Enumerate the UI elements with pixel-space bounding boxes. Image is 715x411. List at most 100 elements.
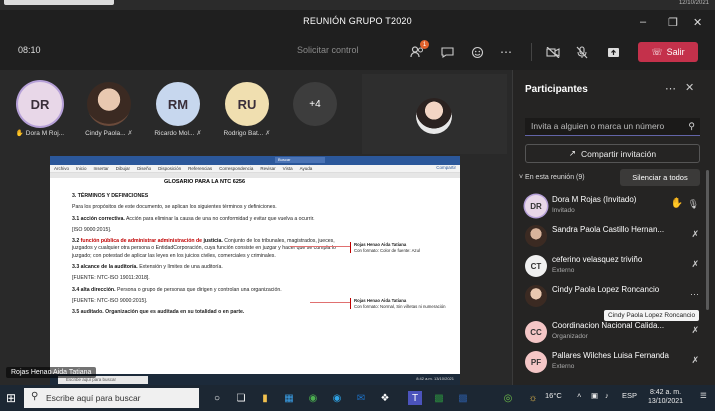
term-label: 3.2 (72, 238, 80, 245)
remote-clock: 8:42 a.m. 13/10/2021 (416, 376, 454, 381)
edge-icon[interactable]: ◉ (330, 391, 344, 405)
cortana-icon[interactable]: ○ (210, 391, 224, 405)
mic-muted-icon[interactable]: ✗ (691, 259, 699, 270)
participant-row[interactable]: CC Coordinacion Nacional Calida... Organ… (525, 318, 705, 348)
participant-name: Dora M Rojas (Invitado) (552, 195, 637, 204)
shield-icon[interactable]: ◎ (501, 391, 515, 405)
mic-muted-icon[interactable]: ✗ (691, 229, 699, 240)
menu-item: Vista (282, 166, 293, 171)
mic-muted-icon: ✗ (196, 130, 202, 137)
comment-text: Con formato: Normal, Sin viñetas ni nume… (354, 303, 446, 309)
participant-row[interactable]: PF Pallares Wilches Luisa Fernanda Exter… (525, 348, 705, 378)
in-meeting-header[interactable]: ˅ En esta reunión (9) (519, 174, 585, 181)
share-screen-icon[interactable] (604, 43, 622, 61)
unknown-app-icon[interactable]: ❖ (378, 391, 392, 405)
menu-item: Diseño (137, 166, 152, 171)
term-label: 3.1 acción correctiva. (72, 215, 125, 222)
toolbar-divider (531, 43, 532, 61)
more-participants-button[interactable]: +4 (293, 82, 337, 126)
taskbar-search-placeholder: Escribe aquí para buscar (46, 393, 141, 403)
participant-row[interactable]: Cindy Paola Lopez Roncancio ⋯ (525, 282, 705, 312)
panel-scrollbar[interactable] (706, 170, 709, 310)
mic-muted-icon: ✗ (127, 130, 133, 137)
participant-tile[interactable]: RM Ricardo Mol... ✗ (148, 82, 208, 146)
word-icon[interactable]: ▩ (456, 391, 470, 405)
task-view-icon[interactable]: ❏ (234, 391, 248, 405)
term-text: Acción para eliminar la causa de una no … (125, 215, 315, 222)
participant-name: Dora M Roj... (25, 130, 65, 137)
more-options-icon[interactable]: ⋯ (690, 289, 699, 300)
store-icon[interactable]: ▦ (282, 391, 296, 405)
volume-icon[interactable]: ♪ (605, 391, 609, 400)
chevron-up-icon[interactable]: ˄ (577, 391, 581, 400)
invite-placeholder: Invita a alguien o marca un número (531, 121, 665, 131)
chat-icon[interactable] (438, 43, 456, 61)
comment-connector (290, 246, 350, 247)
close-icon[interactable]: ✕ (693, 16, 702, 29)
clock-time: 8:42 a. m. (649, 389, 682, 396)
menu-item: Ayuda (299, 166, 313, 171)
participant-row[interactable]: CT ceferino velasquez triviño Externo ✗ (525, 252, 705, 282)
comment-balloon: Rojas Henao Aida Tatiana Con formato: No… (350, 298, 458, 310)
term-text: Persona o grupo de personas que dirigen … (117, 286, 282, 293)
comment-balloon: Rojas Henao Aida Tatiana Con formato: Co… (350, 242, 458, 254)
more-options-icon[interactable]: ⋯ (497, 43, 515, 61)
chrome-icon[interactable]: ◉ (306, 391, 320, 405)
mic-muted-icon[interactable]: ✗ (691, 355, 699, 366)
top-clock: 12/10/2021 (678, 0, 709, 6)
notifications-icon[interactable]: ☰ (700, 391, 707, 400)
leave-label: Salir (666, 47, 685, 57)
hangup-icon: ☏ (651, 46, 663, 57)
maximize-icon[interactable]: ❐ (668, 16, 678, 29)
mail-icon[interactable]: ✉ (354, 391, 368, 405)
mic-off-icon[interactable] (573, 43, 591, 61)
language-indicator[interactable]: ESP (622, 391, 637, 400)
menu-item: Archivo (54, 166, 70, 171)
participant-row[interactable]: DR Dora M Rojas (Invitado) Invitado ✋ 🎙 (525, 192, 705, 222)
taskbar-clock[interactable]: 8:42 a. m. 13/10/2021 (648, 388, 683, 406)
mute-all-button[interactable]: Silenciar a todos (620, 169, 700, 186)
address-bar[interactable] (4, 0, 114, 5)
minimize-icon[interactable]: – (640, 16, 646, 28)
mic-icon[interactable]: 🎙 (688, 199, 699, 210)
reactions-icon[interactable] (468, 43, 486, 61)
camera-off-icon[interactable] (544, 43, 562, 61)
weather-icon[interactable]: ☼ (526, 391, 540, 405)
file-explorer-icon[interactable]: ▮ (258, 391, 272, 405)
windows-start-icon[interactable]: ⊞ (6, 391, 16, 405)
panel-close-icon[interactable]: ✕ (685, 81, 694, 94)
participant-name: ceferino velasquez triviño (552, 255, 643, 264)
self-avatar-photo (416, 98, 452, 134)
leave-button[interactable]: ☏ Salir (638, 42, 698, 62)
comment-text: Con formato: Color de fuente: Azul (354, 247, 420, 253)
excel-icon[interactable]: ▩ (432, 391, 446, 405)
participants-icon[interactable]: 1 (408, 40, 429, 61)
term-source: [FUENTE: NTC-ISO 9000:2015]. (72, 297, 148, 304)
request-control-button[interactable]: Solicitar control (297, 45, 359, 55)
menu-item: Referencias (188, 166, 213, 171)
panel-more-icon[interactable]: ⋯ (665, 82, 676, 95)
meeting-title: REUNIÓN GRUPO T2020 (303, 16, 412, 26)
share-invite-button[interactable]: ↗ Compartir invitación (525, 144, 700, 163)
participant-row[interactable]: Sandra Paola Castillo Hernan... ✗ (525, 222, 705, 252)
participant-tile[interactable]: Cindy Paola... ✗ (79, 82, 139, 146)
avatar: DR (18, 82, 62, 126)
raised-hand-icon: ✋ (670, 198, 683, 209)
participant-tile[interactable]: RU Rodrigo Bat... ✗ (217, 82, 277, 146)
clock-date: 13/10/2021 (648, 398, 684, 406)
term-tracked-change: función pública de administrar administr… (80, 238, 203, 245)
invite-input[interactable]: Invita a alguien o marca un número ⚲ (525, 118, 700, 136)
mic-muted-icon[interactable]: ✗ (691, 325, 699, 336)
share-icon: ↗ (568, 148, 576, 158)
word-search-box: Buscar (275, 157, 325, 163)
teams-icon[interactable]: T (408, 391, 422, 405)
menu-item: Insertar (93, 166, 109, 171)
avatar: CT (525, 255, 547, 277)
comment-connector (310, 302, 350, 303)
weather-temp: 16°C (545, 391, 562, 400)
word-ruler (50, 173, 460, 178)
taskbar-search-input[interactable]: ⚲ Escribe aquí para buscar (24, 388, 199, 408)
network-icon[interactable]: ▣ (591, 391, 598, 400)
participant-tile[interactable]: DR ✋ Dora M Roj... (10, 82, 70, 146)
avatar: RU (225, 82, 269, 126)
